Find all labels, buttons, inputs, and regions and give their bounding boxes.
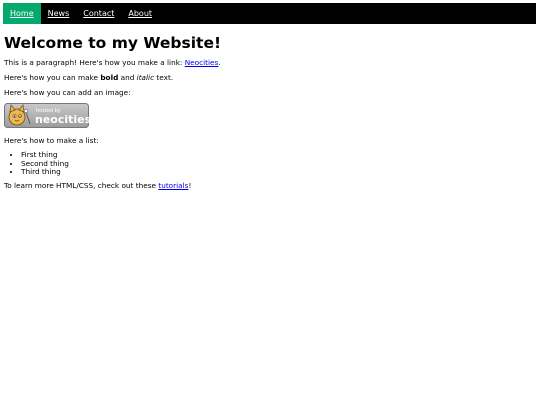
nav-home[interactable]: Home <box>3 3 41 24</box>
neocities-link[interactable]: Neocities <box>185 58 219 67</box>
tutorials-text-end: ! <box>188 180 192 190</box>
paragraph-image: Here's how you can add an image: <box>4 88 131 97</box>
list-item: First thing <box>21 150 532 160</box>
nav-about[interactable]: About <box>121 3 159 24</box>
tutorials-link[interactable]: tutorials <box>158 181 188 190</box>
nav-contact[interactable]: Contact <box>76 3 121 24</box>
paragraph-link-end: . <box>218 58 221 67</box>
paragraph-formatting: Here's how you can make bold and italic … <box>4 73 532 83</box>
list-item: Second thing <box>21 159 532 169</box>
paragraph-link: This is a paragraph! Here's how you make… <box>4 58 532 68</box>
formatting-text-mid: and <box>118 73 137 82</box>
top-nav: Home News Contact About <box>3 3 536 24</box>
main-content: Welcome to my Website! This is a paragra… <box>4 24 532 196</box>
bold-text: bold <box>100 73 119 82</box>
italic-text: italic <box>136 73 155 82</box>
paragraph-tutorials: To learn more HTML/CSS, check out these … <box>4 181 532 191</box>
formatting-text-end: text. <box>154 73 174 82</box>
nav-news[interactable]: News <box>41 3 77 24</box>
paragraph-list-intro: Here's how to make a list: <box>4 136 99 145</box>
list-item: Third thing <box>21 167 532 177</box>
tutorials-text-start: To learn more HTML/CSS, check out these <box>4 180 159 190</box>
hosted-by-neocities-badge[interactable]: hosted by neocities <box>4 103 89 128</box>
paragraph-link-text: This is a paragraph! Here's how you make… <box>4 58 185 67</box>
page-title: Welcome to my Website! <box>4 34 222 52</box>
formatting-text-start: Here's how you can make <box>4 73 101 82</box>
example-list: First thing Second thing Third thing <box>4 150 532 177</box>
page: Home News Contact About Welcome to my We… <box>0 0 540 405</box>
badge-big-text: neocities <box>35 113 89 126</box>
